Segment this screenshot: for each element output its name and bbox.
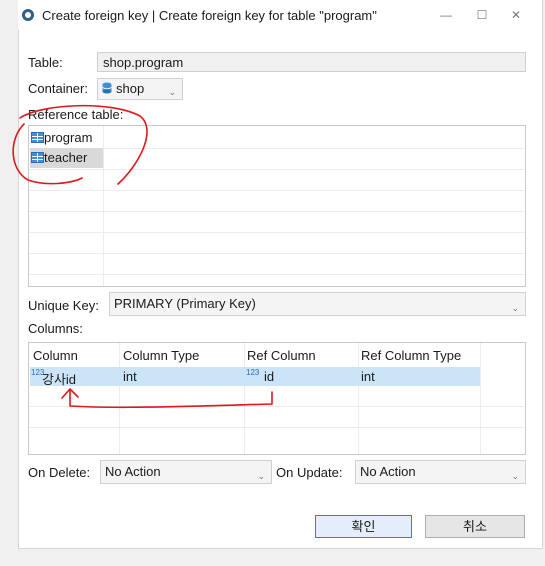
circle-annotation [12,104,148,185]
arrow-annotation [61,388,273,409]
red-annotation-overlay [12,104,273,409]
